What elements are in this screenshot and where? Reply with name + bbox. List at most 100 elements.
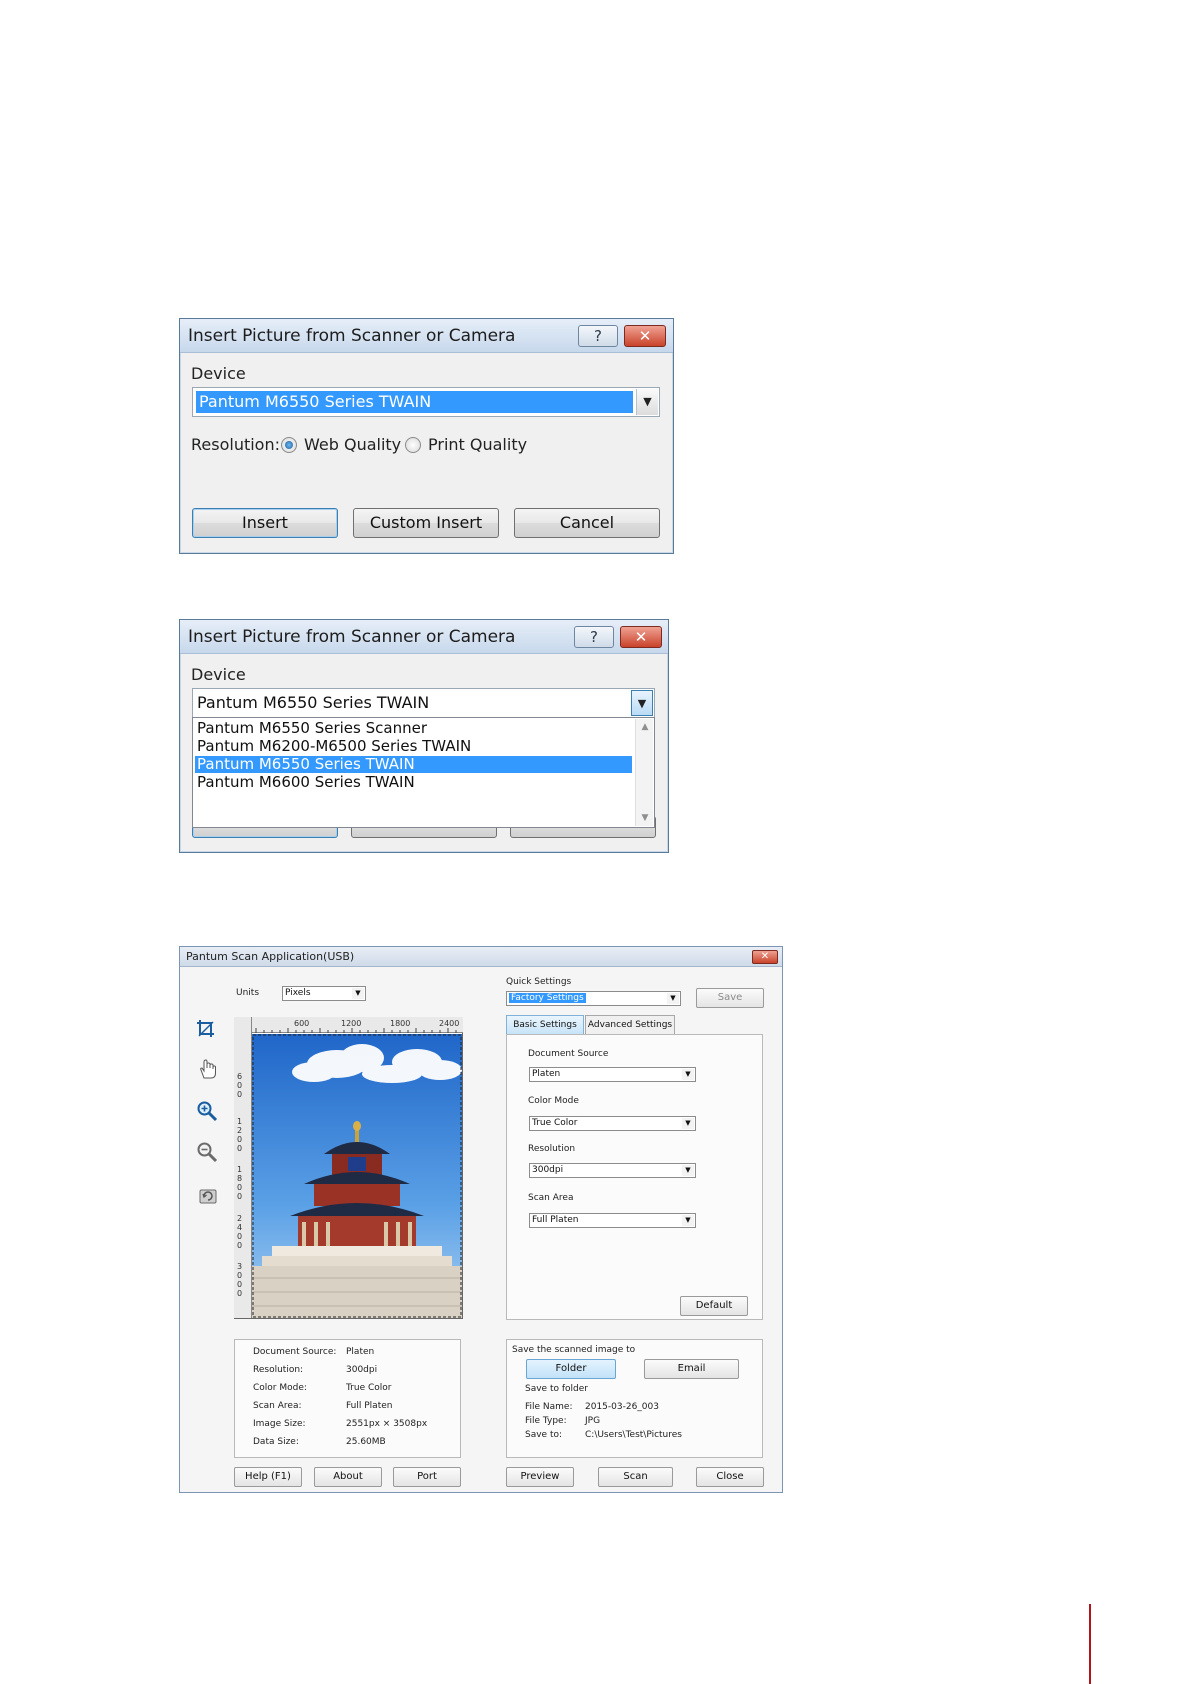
device-dropdown[interactable]: Pantum M6550 Series TWAIN ▼ [192, 688, 655, 718]
scan-area-value: Full Platen [532, 1215, 579, 1225]
preview-button[interactable]: Preview [506, 1467, 574, 1487]
file-type-key: File Type: [525, 1416, 567, 1426]
chevron-down-icon[interactable]: ▼ [682, 1118, 694, 1129]
save-to-value: C:\Users\Test\Pictures [585, 1430, 682, 1440]
chevron-down-icon[interactable]: ▼ [352, 988, 364, 999]
scan-area-dropdown[interactable]: Full Platen ▼ [529, 1213, 696, 1228]
resolution-dropdown[interactable]: 300dpi ▼ [529, 1163, 696, 1178]
list-item[interactable]: Pantum M6200-M6500 Series TWAIN [195, 738, 632, 755]
color-mode-dropdown[interactable]: True Color ▼ [529, 1116, 696, 1131]
color-mode-label: Color Mode [528, 1096, 579, 1106]
default-button[interactable]: Default [680, 1296, 748, 1316]
web-quality-label[interactable]: Web Quality [304, 435, 401, 454]
info-value: 25.60MB [346, 1437, 386, 1447]
vertical-ruler: 600 1200 1800 2400 3000 [234, 1017, 252, 1318]
page-margin-rule [1089, 1604, 1091, 1684]
print-quality-radio[interactable] [405, 437, 421, 453]
scroll-up-icon[interactable]: ▲ [636, 719, 654, 735]
file-name-value: 2015-03-26_003 [585, 1402, 659, 1412]
list-scrollbar[interactable]: ▲ ▼ [635, 719, 653, 826]
custom-insert-button[interactable]: Custom Insert [353, 508, 499, 538]
port-button[interactable]: Port [393, 1467, 461, 1487]
horizontal-ruler: px 600 1200 1800 2400 [234, 1017, 463, 1033]
crop-icon[interactable] [195, 1018, 217, 1040]
file-name-key: File Name: [525, 1402, 573, 1412]
email-button[interactable]: Email [644, 1359, 739, 1379]
ruler-ticks [255, 1028, 457, 1033]
hand-icon[interactable] [197, 1058, 219, 1080]
close-button[interactable]: ✕ [624, 325, 666, 347]
list-item[interactable]: Pantum M6550 Series TWAIN [195, 756, 632, 773]
info-key: Image Size: [253, 1419, 306, 1429]
document-source-dropdown[interactable]: Platen ▼ [529, 1067, 696, 1082]
device-label: Device [191, 364, 246, 383]
info-key: Data Size: [253, 1437, 299, 1447]
list-item[interactable]: Pantum M6600 Series TWAIN [195, 774, 632, 791]
device-selected-value: Pantum M6550 Series TWAIN [196, 391, 633, 413]
scroll-down-icon[interactable]: ▼ [636, 810, 654, 826]
save-to-key: Save to: [525, 1430, 563, 1440]
document-source-value: Platen [532, 1069, 561, 1079]
print-quality-label[interactable]: Print Quality [428, 435, 527, 454]
dialog-title-bar: Insert Picture from Scanner or Camera ? … [180, 319, 673, 353]
units-dropdown[interactable]: Pixels ▼ [282, 986, 366, 1001]
device-options-list[interactable]: Pantum M6550 Series Scanner Pantum M6200… [192, 717, 655, 828]
insert-picture-dialog: Insert Picture from Scanner or Camera ? … [179, 318, 674, 554]
chevron-down-icon[interactable]: ▼ [682, 1215, 694, 1226]
tab-basic-settings[interactable]: Basic Settings [506, 1015, 584, 1034]
rotate-icon[interactable] [197, 1185, 219, 1207]
quick-settings-value: Factory Settings [509, 993, 586, 1003]
help-button[interactable]: ? [574, 626, 614, 648]
ruler-tick-label: 2400 [236, 1214, 243, 1250]
info-value: True Color [346, 1383, 392, 1393]
help-button[interactable]: Help (F1) [234, 1467, 302, 1487]
quick-settings-label: Quick Settings [506, 977, 572, 987]
insert-picture-dialog-expanded: Insert Picture from Scanner or Camera ? … [179, 619, 669, 853]
device-dropdown[interactable]: Pantum M6550 Series TWAIN ▼ [192, 387, 660, 417]
folder-button[interactable]: Folder [526, 1359, 616, 1379]
insert-button[interactable]: Insert [192, 508, 338, 538]
help-button[interactable]: ? [578, 325, 618, 347]
close-icon[interactable]: ✕ [752, 950, 778, 964]
dialog-title: Insert Picture from Scanner or Camera [188, 627, 516, 647]
app-title: Pantum Scan Application(USB) [186, 950, 355, 963]
app-title-bar: Pantum Scan Application(USB) ✕ [180, 947, 782, 967]
ruler-tick-label: 600 [236, 1072, 243, 1099]
zoom-out-icon[interactable] [196, 1141, 218, 1163]
dialog-title-bar: Insert Picture from Scanner or Camera ? … [180, 620, 668, 654]
scan-preview-image[interactable] [252, 1034, 462, 1318]
resolution-label: Resolution [528, 1144, 576, 1154]
ruler-tick-label: 1200 [236, 1117, 243, 1153]
dialog-title: Insert Picture from Scanner or Camera [188, 326, 516, 346]
save-to-folder-label: Save to folder [525, 1384, 588, 1394]
chevron-down-icon[interactable]: ▼ [667, 993, 679, 1004]
chevron-down-icon[interactable]: ▼ [636, 389, 658, 415]
about-button[interactable]: About [314, 1467, 382, 1487]
scan-area-label: Scan Area [528, 1193, 574, 1203]
units-label: Units [236, 988, 260, 998]
zoom-in-icon[interactable] [196, 1100, 218, 1122]
units-value: Pixels [285, 988, 311, 998]
web-quality-radio[interactable] [281, 437, 297, 453]
list-item[interactable]: Pantum M6550 Series Scanner [195, 720, 632, 737]
quick-settings-dropdown[interactable]: Factory Settings ▼ [506, 991, 681, 1006]
info-key: Color Mode: [253, 1383, 307, 1393]
device-selected-value: Pantum M6550 Series TWAIN [197, 693, 430, 712]
resolution-label: Resolution: [191, 435, 280, 454]
save-destination-panel [506, 1339, 763, 1458]
ruler-tick-label: 3000 [236, 1262, 243, 1298]
close-button[interactable]: ✕ [620, 626, 662, 648]
close-button[interactable]: Close [696, 1467, 764, 1487]
ruler-tick-label: 1800 [236, 1165, 243, 1201]
info-key: Scan Area: [253, 1401, 302, 1411]
scan-button[interactable]: Scan [598, 1467, 673, 1487]
color-mode-value: True Color [532, 1118, 578, 1128]
cancel-button[interactable]: Cancel [514, 508, 660, 538]
chevron-down-icon[interactable]: ▼ [631, 690, 653, 716]
chevron-down-icon[interactable]: ▼ [682, 1069, 694, 1080]
info-value: Platen [346, 1347, 375, 1357]
tab-advanced-settings[interactable]: Advanced Settings [585, 1015, 675, 1034]
save-button[interactable]: Save [696, 988, 764, 1008]
info-key: Document Source: [253, 1347, 337, 1357]
chevron-down-icon[interactable]: ▼ [682, 1165, 694, 1176]
